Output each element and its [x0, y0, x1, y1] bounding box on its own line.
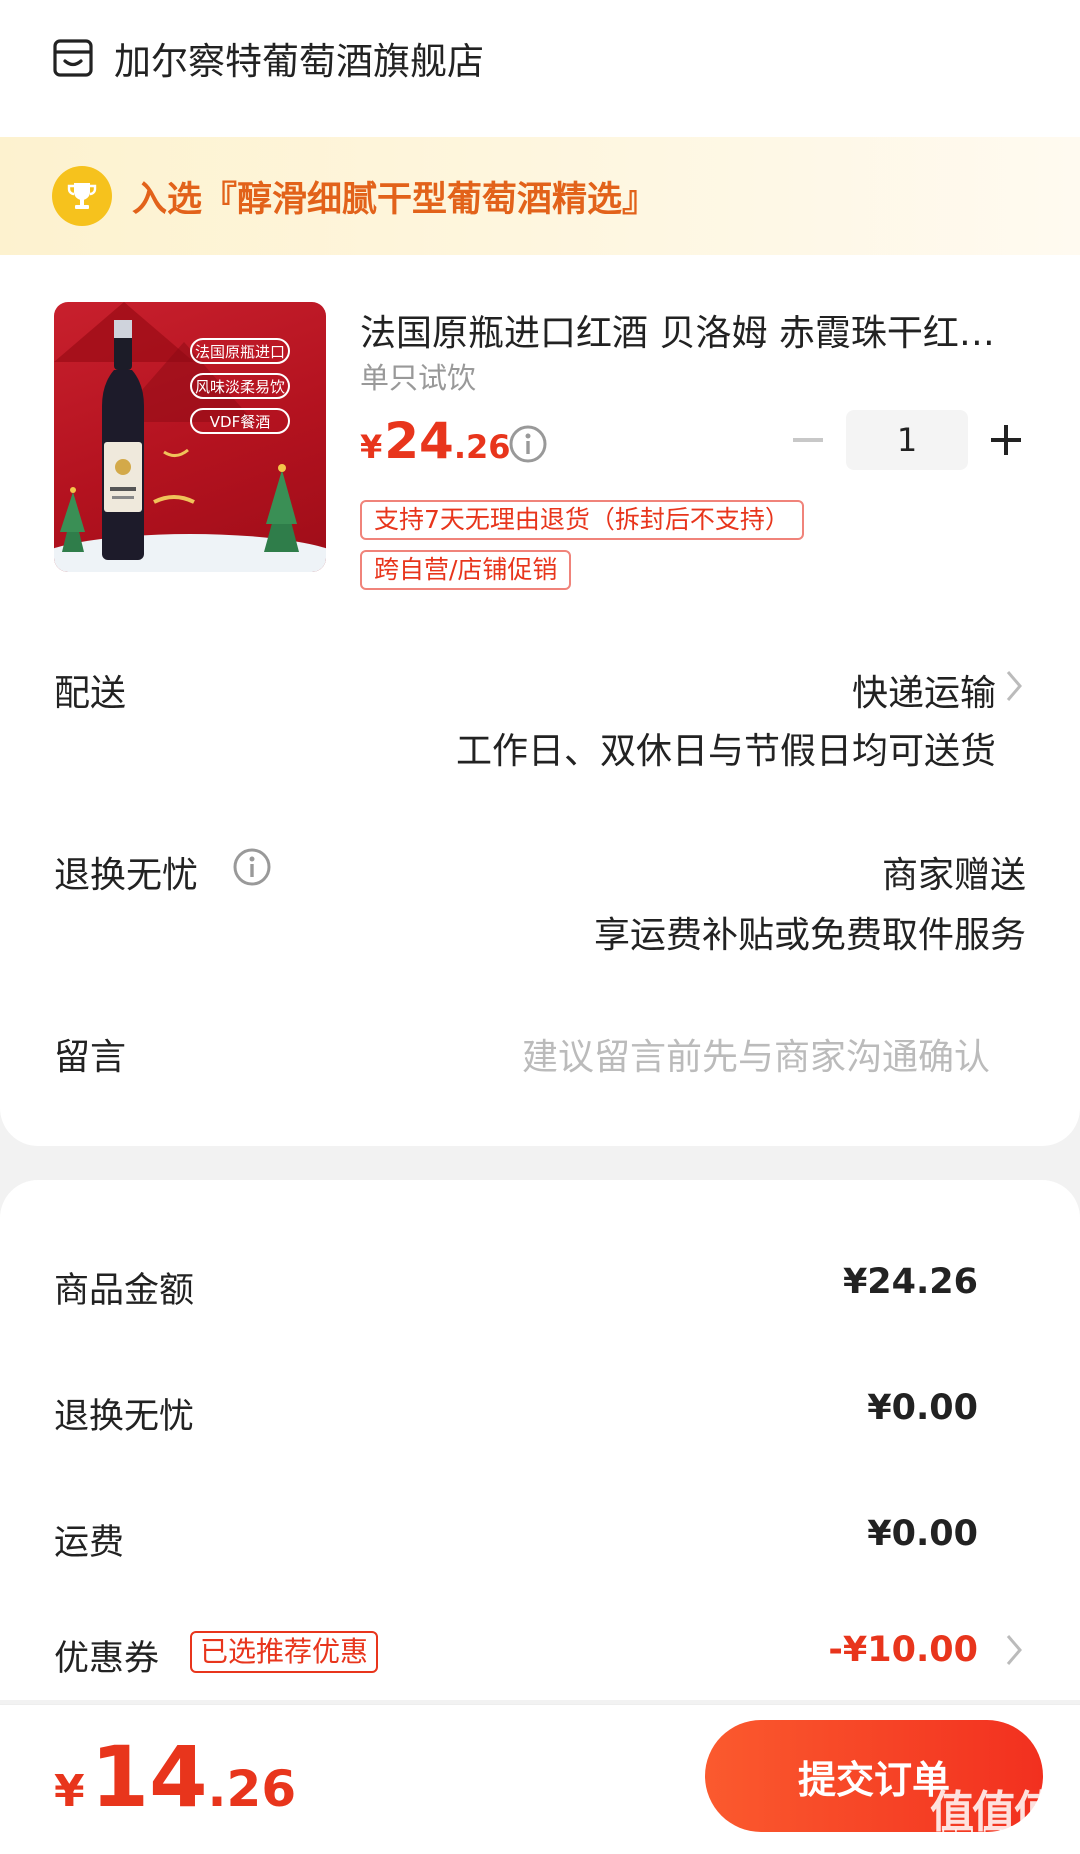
goods-amount-label: 商品金额	[54, 1271, 195, 1311]
quantity-decrease-button[interactable]	[790, 420, 826, 460]
banner-text: 入选『醇滑细腻干型葡萄酒精选』	[132, 179, 658, 220]
returns-fee-label: 退换无忧	[54, 1397, 195, 1437]
shop-icon	[53, 39, 93, 77]
total-integer: 14	[90, 1728, 208, 1826]
product-image[interactable]: 法国原瓶进口 风味淡柔易饮 VDF餐酒	[54, 302, 326, 572]
plus-icon	[991, 425, 1021, 455]
delivery-label: 配送	[54, 673, 127, 714]
chevron-right-icon	[1006, 1635, 1022, 1665]
shipping-fee-value: ¥0.00	[867, 1514, 978, 1554]
price-info-icon[interactable]	[508, 424, 548, 464]
selection-banner[interactable]: 入选『醇滑细腻干型葡萄酒精选』	[0, 137, 1080, 255]
price-summary-card	[0, 1180, 1080, 1700]
trophy-icon	[52, 166, 112, 226]
price-integer: 24	[384, 412, 454, 470]
returns-note: 享运费补贴或免费取件服务	[593, 915, 1026, 956]
goods-amount-value: ¥24.26	[842, 1262, 978, 1302]
message-input[interactable]: 建议留言前先与商家沟通确认	[522, 1028, 990, 1080]
image-label-3: VDF餐酒	[190, 408, 290, 434]
total-price: ¥ 14 .26	[54, 1728, 296, 1826]
price-currency: ¥	[360, 428, 383, 466]
price-decimal: .26	[453, 428, 511, 466]
delivery-note: 工作日、双休日与节假日均可送货	[455, 731, 996, 772]
product-variant[interactable]: 单只试饮	[360, 355, 476, 397]
returns-value: 商家赠送	[881, 855, 1026, 896]
product-price: ¥ 24 .26	[360, 412, 511, 470]
coupon-value: -¥10.00	[828, 1630, 978, 1670]
order-item-card: 加尔察特葡萄酒旗舰店 入选『醇滑细腻干型葡萄酒精选』 法国原瓶进口 风味淡柔易饮…	[0, 0, 1080, 1146]
watermark-url: zhizhizhi.com	[930, 1826, 1066, 1850]
returns-label: 退换无忧	[54, 855, 199, 896]
quantity-input[interactable]: 1	[846, 410, 968, 470]
chevron-right-icon	[1006, 671, 1022, 701]
shop-header[interactable]: 加尔察特葡萄酒旗舰店	[52, 28, 484, 88]
returns-info-icon[interactable]	[232, 847, 272, 887]
shipping-fee-label: 运费	[54, 1523, 125, 1563]
returns-fee-value: ¥0.00	[867, 1388, 978, 1428]
image-label-2: 风味淡柔易饮	[190, 373, 290, 399]
total-currency: ¥	[54, 1766, 85, 1817]
coupon-label: 优惠券	[54, 1639, 160, 1679]
promotion-tag: 跨自营/店铺促销	[360, 550, 572, 590]
quantity-increase-button[interactable]	[988, 420, 1024, 460]
total-decimal: .26	[207, 1760, 297, 1818]
product-title[interactable]: 法国原瓶进口红酒 贝洛姆 赤霞珠干红葡萄酒	[360, 304, 1000, 356]
minus-icon	[793, 438, 823, 442]
message-label: 留言	[54, 1037, 127, 1078]
coupon-status-tag: 已选推荐优惠	[190, 1631, 379, 1673]
shop-name: 加尔察特葡萄酒旗舰店	[114, 40, 484, 83]
delivery-method[interactable]: 快递运输	[852, 664, 996, 716]
image-label-1: 法国原瓶进口	[190, 338, 290, 364]
return-policy-tag: 支持7天无理由退货（拆封后不支持）	[360, 500, 804, 540]
